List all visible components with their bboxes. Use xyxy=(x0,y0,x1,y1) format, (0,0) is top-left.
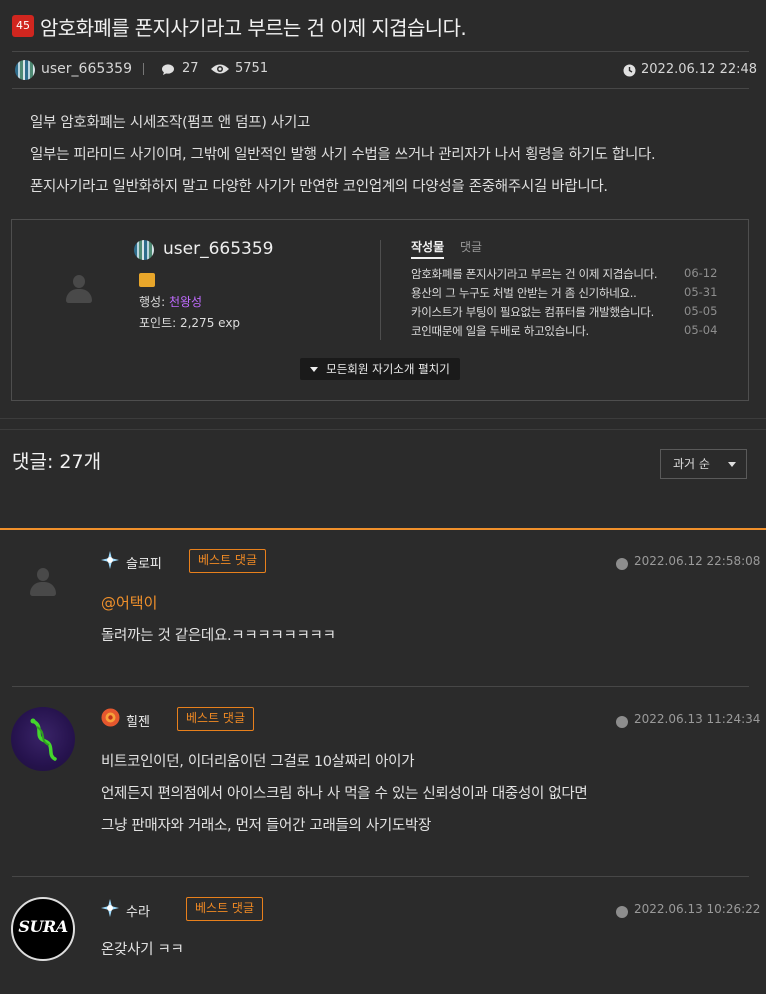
recent-post-date: 05-31 xyxy=(684,285,718,299)
eye-icon xyxy=(211,64,229,74)
comment-mention[interactable]: @어택이 xyxy=(101,592,157,613)
flower-icon xyxy=(101,708,120,727)
expand-intro-label: 모든회원 자기소개 펼치기 xyxy=(326,362,450,376)
expand-intro-button[interactable]: 모든회원 자기소개 펼치기 xyxy=(300,358,460,380)
tab-comments[interactable]: 댓글 xyxy=(460,238,482,255)
planet-label: 행성: xyxy=(139,295,169,309)
best-comment-badge: 베스트 댓글 xyxy=(186,897,264,921)
rank-badge: 45 xyxy=(12,15,34,37)
avatar-logo-text: SURA xyxy=(18,917,68,936)
comment-date: 2022.06.13 10:26:22 xyxy=(634,902,761,916)
divider xyxy=(12,876,749,877)
user-avatar[interactable] xyxy=(11,707,75,771)
sort-select-value: 과거 순 xyxy=(673,457,710,471)
default-avatar-icon xyxy=(30,568,56,596)
tab-posts[interactable]: 작성물 xyxy=(411,238,445,259)
comment-author[interactable]: 힐젠 xyxy=(126,711,150,730)
post-title: 암호화폐를 폰지사기라고 부르는 건 이제 지겹습니다. xyxy=(40,16,467,40)
sort-select[interactable]: 과거 순 xyxy=(660,449,747,479)
points: 포인트: 2,275 exp xyxy=(139,316,241,330)
sparkle-icon xyxy=(101,899,119,917)
recent-post-date: 05-05 xyxy=(684,304,718,318)
clock-icon xyxy=(616,716,628,728)
caret-down-icon xyxy=(310,367,319,372)
clock-icon xyxy=(623,64,636,77)
post-body-line: 일부는 피라미드 사기이며, 그밖에 일반적인 발행 사기 수법을 쓰거나 관리… xyxy=(30,147,656,163)
author-name[interactable]: user_665359 xyxy=(41,61,132,77)
post-datetime: 2022.06.12 22:48 xyxy=(641,62,758,77)
divider xyxy=(12,88,749,89)
card-divider xyxy=(380,240,381,340)
user-avatar[interactable]: SURA xyxy=(11,897,75,961)
meta-divider xyxy=(143,63,144,75)
comment-author[interactable]: 수라 xyxy=(126,901,150,920)
recent-post-link[interactable]: 코인때문에 일을 두배로 하고있습니다. xyxy=(411,323,589,339)
view-count: 5751 xyxy=(235,61,269,76)
comment-text: 언제든지 편의점에서 아이스크림 하나 사 먹을 수 있는 신뢰성이과 대중성이… xyxy=(101,786,588,802)
comment-text: 그냥 판매자와 거래소, 먼저 들어간 고래들의 사기도박장 xyxy=(101,818,432,834)
default-avatar-icon xyxy=(66,275,92,303)
comment-count: 27 xyxy=(182,61,199,76)
recent-post-link[interactable]: 용산의 그 누구도 처벌 안받는 거 좀 신기하네요.. xyxy=(411,285,637,301)
divider xyxy=(0,418,766,419)
profile-avatar xyxy=(134,240,154,260)
comment-text: 비트코인이던, 이더리움이던 그걸로 10살짜리 아이가 xyxy=(101,754,415,770)
recent-post-link[interactable]: 암호화폐를 폰지사기라고 부르는 건 이제 지겹습니다. xyxy=(411,266,658,282)
comment-date: 2022.06.13 11:24:34 xyxy=(634,712,761,726)
recent-post-date: 05-04 xyxy=(684,323,718,337)
snake-logo-icon xyxy=(30,718,57,761)
recent-post-link[interactable]: 카이스트가 부팅이 필요없는 컴퓨터를 개발했습니다. xyxy=(411,304,654,320)
best-comment-badge: 베스트 댓글 xyxy=(189,549,267,573)
post-body-line: 일부 암호화폐는 시세조작(펌프 앤 덤프) 사기고 xyxy=(30,115,311,131)
chevron-down-icon xyxy=(728,462,736,467)
planet-row: 행성: 천왕성 xyxy=(139,293,202,310)
author-avatar[interactable] xyxy=(15,60,35,80)
comment-icon xyxy=(162,64,174,75)
post-body-line: 폰지사기라고 일반화하지 말고 다양한 사기가 만연한 코인업계의 다양성을 존… xyxy=(30,179,608,195)
planet-value: 천왕성 xyxy=(168,295,203,309)
divider xyxy=(0,429,766,430)
comments-divider xyxy=(0,528,766,530)
comments-title: 댓글: 27개 xyxy=(12,451,102,473)
comment-text: 돌려까는 것 같은데요.ㅋㅋㅋㅋㅋㅋㅋㅋ xyxy=(101,628,336,644)
clock-icon xyxy=(616,906,628,918)
comment-date: 2022.06.12 22:58:08 xyxy=(634,554,761,568)
recent-post-date: 06-12 xyxy=(684,266,718,280)
profile-name[interactable]: user_665359 xyxy=(163,239,273,259)
comment-author[interactable]: 슬로피 xyxy=(126,553,162,572)
comment-text: 온갖사기 ㅋㅋ xyxy=(101,942,184,958)
sparkle-icon xyxy=(101,551,119,569)
best-comment-badge: 베스트 댓글 xyxy=(177,707,255,731)
level-icon xyxy=(139,273,155,287)
divider xyxy=(12,686,749,687)
clock-icon xyxy=(616,558,628,570)
divider xyxy=(12,51,749,52)
